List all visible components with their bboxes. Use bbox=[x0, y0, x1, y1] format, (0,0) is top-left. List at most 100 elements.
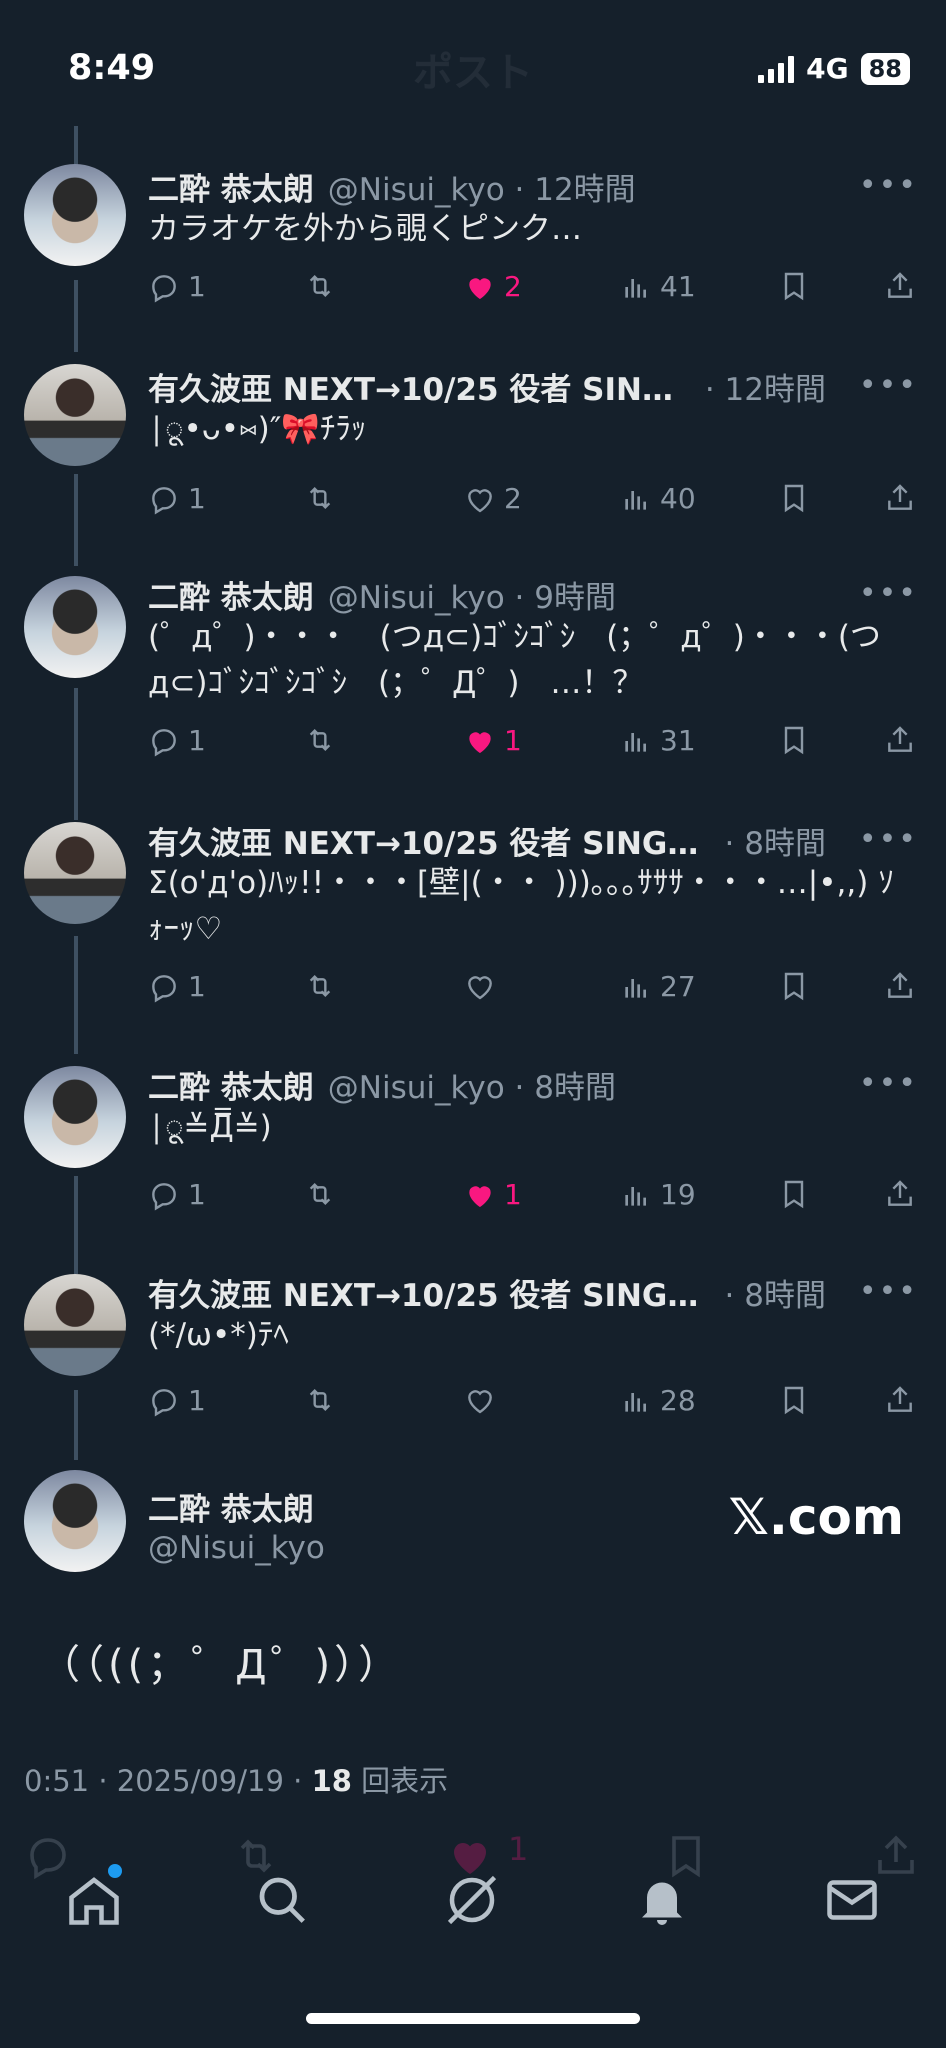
tweet[interactable]: 二酔 恭太朗 @Nisui_kyo · 8時間 ••• |ू≚Д̿≚) 1 1 19 bbox=[0, 1062, 946, 1222]
author-name[interactable]: 二酔 恭太朗 bbox=[148, 1062, 314, 1107]
share-icon bbox=[888, 484, 912, 510]
bookmark-button[interactable] bbox=[778, 970, 810, 1002]
share-icon bbox=[888, 972, 912, 998]
view-label: 回表示 bbox=[361, 1764, 449, 1798]
more-icon[interactable]: ••• bbox=[859, 168, 918, 203]
avatar[interactable] bbox=[24, 1066, 126, 1168]
bookmark-icon bbox=[784, 1386, 804, 1415]
like-count: 2 bbox=[504, 482, 522, 515]
tab-grok[interactable] bbox=[442, 1870, 502, 1930]
author-name[interactable]: 有久波亜 NEXT→10/25 役者 SINGER!! bbox=[148, 1270, 711, 1315]
network-label: 4G bbox=[806, 52, 849, 85]
bottom-tab-bar bbox=[0, 1860, 946, 1970]
views-button[interactable]: 27 bbox=[620, 970, 696, 1003]
avatar[interactable] bbox=[24, 364, 126, 466]
reply-icon bbox=[152, 274, 176, 302]
like-button[interactable]: 1 bbox=[464, 724, 522, 757]
reply-button[interactable]: 1 bbox=[148, 1384, 206, 1417]
avatar[interactable] bbox=[24, 822, 126, 924]
heart-icon bbox=[469, 1185, 491, 1207]
views-button[interactable]: 28 bbox=[620, 1384, 696, 1417]
more-icon[interactable]: ••• bbox=[859, 576, 918, 611]
tab-notifications[interactable] bbox=[632, 1870, 692, 1930]
tab-search[interactable] bbox=[252, 1870, 312, 1930]
reply-button[interactable]: 1 bbox=[148, 270, 206, 303]
author-name[interactable]: 有久波亜 NEXT→10/25 役者 SINGER!! bbox=[148, 818, 711, 863]
author-handle[interactable]: @Nisui_kyo bbox=[328, 172, 505, 208]
bookmark-button[interactable] bbox=[778, 1384, 810, 1416]
retweet-button[interactable] bbox=[304, 970, 344, 1002]
reply-count: 1 bbox=[188, 482, 206, 515]
like-button[interactable]: 2 bbox=[464, 270, 522, 303]
share-button[interactable] bbox=[884, 970, 916, 1002]
share-button[interactable] bbox=[884, 1178, 916, 1210]
tab-messages[interactable] bbox=[822, 1870, 882, 1930]
avatar[interactable] bbox=[24, 1274, 126, 1376]
bookmark-icon bbox=[784, 972, 804, 1001]
tweet-meta: · 8時間 bbox=[724, 825, 826, 862]
like-count: 1 bbox=[504, 1178, 522, 1211]
like-button[interactable] bbox=[464, 970, 504, 1002]
share-button[interactable] bbox=[884, 482, 916, 514]
tweet-actions: 1 2 41 bbox=[148, 270, 922, 314]
bookmark-icon bbox=[784, 1180, 804, 1209]
views-button[interactable]: 31 bbox=[620, 724, 696, 757]
home-indicator[interactable] bbox=[306, 2013, 640, 2024]
retweet-button[interactable] bbox=[304, 1178, 344, 1210]
like-button[interactable]: 1 bbox=[464, 1178, 522, 1211]
signal-icon bbox=[758, 55, 795, 83]
heart-icon bbox=[469, 277, 491, 299]
tweet-text: (*/ω•*)ﾃﾍ bbox=[148, 1317, 289, 1353]
views-button[interactable]: 19 bbox=[620, 1178, 696, 1211]
tweet[interactable]: 二酔 恭太朗 @Nisui_kyo · 12時間 ••• カラオケを外から覗くピンク…… bbox=[0, 164, 946, 314]
more-icon[interactable]: ••• bbox=[859, 1066, 918, 1101]
author-name[interactable]: 二酔 恭太朗 bbox=[148, 164, 314, 209]
author-handle[interactable]: @Nisui_kyo bbox=[328, 580, 505, 616]
bookmark-icon bbox=[784, 484, 804, 513]
bookmark-button[interactable] bbox=[778, 1178, 810, 1210]
share-button[interactable] bbox=[884, 724, 916, 756]
retweet-button[interactable] bbox=[304, 270, 344, 302]
share-button[interactable] bbox=[884, 1384, 916, 1416]
retweet-button[interactable] bbox=[304, 724, 344, 756]
tweet[interactable]: 有久波亜 NEXT→10/25 役者 SINGER!! · 8時間 ••• (*/ω•… bbox=[0, 1270, 946, 1428]
share-button[interactable] bbox=[884, 270, 916, 302]
views-button[interactable]: 41 bbox=[620, 270, 696, 303]
tweet[interactable]: 二酔 恭太朗 @Nisui_kyo · 9時間 ••• (゜д゜)・・・ (つд⊂)ｺ… bbox=[0, 572, 946, 768]
bookmark-button[interactable] bbox=[778, 270, 810, 302]
retweet-button[interactable] bbox=[304, 482, 344, 514]
battery-icon: 88 bbox=[860, 52, 910, 85]
reply-button[interactable]: 1 bbox=[148, 482, 206, 515]
like-count: 2 bbox=[504, 270, 522, 303]
like-button[interactable]: 2 bbox=[464, 482, 522, 515]
reply-button[interactable]: 1 bbox=[148, 1178, 206, 1211]
reply-icon bbox=[152, 1182, 176, 1210]
avatar[interactable] bbox=[24, 1470, 126, 1572]
author-handle[interactable]: @Nisui_kyo bbox=[148, 1530, 325, 1566]
views-button[interactable]: 40 bbox=[620, 482, 696, 515]
tweet-time: 12時間 bbox=[724, 371, 826, 408]
author-name[interactable]: 二酔 恭太朗 bbox=[148, 1484, 314, 1529]
author-handle[interactable]: @Nisui_kyo bbox=[328, 1070, 505, 1106]
avatar[interactable] bbox=[24, 164, 126, 266]
tweet[interactable]: 有久波亜 NEXT→10/25 役者 SINGE… · 12時間 ••• |ू•ᴗ•⑅… bbox=[0, 364, 946, 526]
reply-button[interactable]: 1 bbox=[148, 970, 206, 1003]
bookmark-button[interactable] bbox=[778, 482, 810, 514]
more-icon[interactable]: ••• bbox=[859, 1274, 918, 1309]
tweet[interactable]: 有久波亜 NEXT→10/25 役者 SINGER!! · 8時間 ••• Σ(o'д… bbox=[0, 818, 946, 1014]
more-icon[interactable]: ••• bbox=[859, 822, 918, 857]
retweet-icon bbox=[309, 274, 331, 298]
avatar[interactable] bbox=[24, 576, 126, 678]
author-name[interactable]: 有久波亜 NEXT→10/25 役者 SINGE… bbox=[148, 364, 691, 409]
bookmark-button[interactable] bbox=[778, 724, 810, 756]
like-button[interactable] bbox=[464, 1384, 504, 1416]
tab-home[interactable] bbox=[64, 1870, 124, 1930]
views-icon bbox=[625, 490, 646, 510]
more-icon[interactable]: ••• bbox=[859, 368, 918, 403]
heart-icon bbox=[469, 731, 491, 753]
author-name[interactable]: 二酔 恭太朗 bbox=[148, 572, 314, 617]
view-count: 41 bbox=[660, 270, 696, 303]
retweet-button[interactable] bbox=[304, 1384, 344, 1416]
post-time: 0:51 bbox=[24, 1764, 90, 1798]
reply-button[interactable]: 1 bbox=[148, 724, 206, 757]
